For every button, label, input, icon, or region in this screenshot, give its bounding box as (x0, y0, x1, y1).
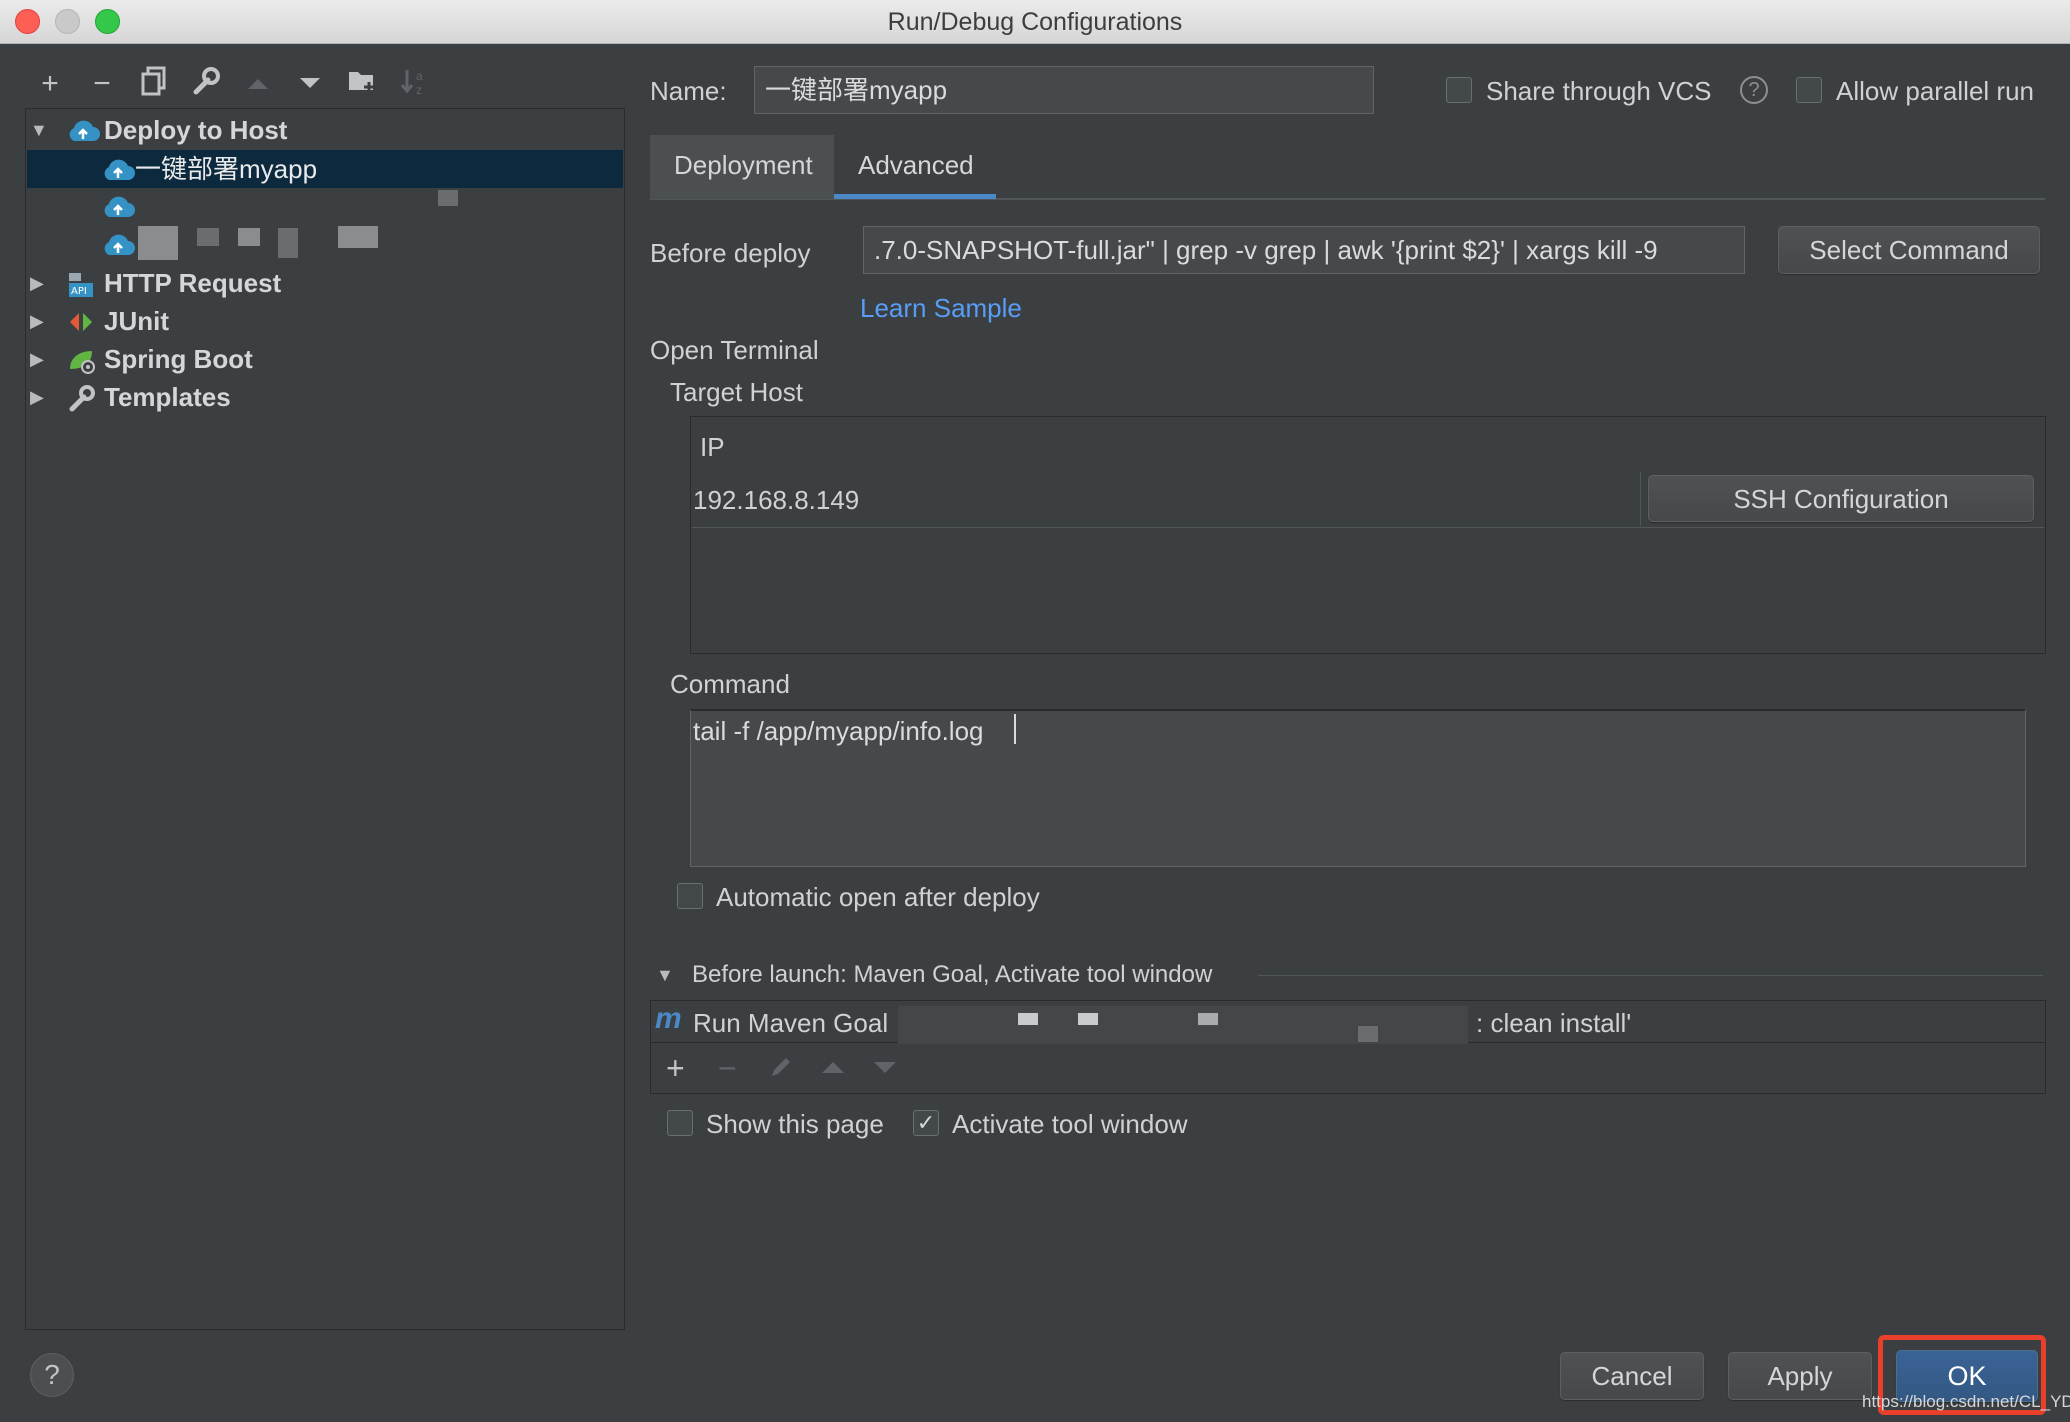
tree-group-http-request[interactable]: ▶ API HTTP Request (30, 264, 620, 302)
tree-group-spring-boot[interactable]: ▶ Spring Boot (30, 340, 620, 378)
text-cursor (1014, 714, 1016, 744)
expand-triangle-icon[interactable]: ▶ (30, 302, 44, 340)
command-label: Command (670, 669, 790, 699)
spring-boot-icon (70, 351, 95, 374)
allow-parallel-checkbox[interactable] (1796, 77, 1822, 103)
tree-label: HTTP Request (104, 268, 282, 298)
cancel-button[interactable]: Cancel (1560, 1352, 1704, 1400)
tree-label: JUnit (104, 306, 169, 336)
svg-text:z: z (416, 83, 422, 96)
show-page-checkbox[interactable] (667, 1110, 693, 1136)
tab-deployment[interactable]: Deployment (650, 135, 834, 199)
redacted-block (197, 228, 219, 246)
share-vcs-label: Share through VCS (1486, 76, 1712, 106)
name-input[interactable]: 一键部署myapp (754, 66, 1374, 114)
redacted-block (278, 228, 298, 258)
add-task-icon[interactable]: + (666, 1050, 685, 1086)
folder-icon[interactable] (344, 66, 380, 102)
svg-text:a: a (416, 69, 423, 83)
window-title: Run/Debug Configurations (887, 8, 1183, 36)
redacted-block (338, 226, 378, 248)
watermark: https://blog.csdn.net/CL_YD (1862, 1392, 2070, 1411)
maven-task-label: Run Maven Goal (693, 1008, 889, 1038)
share-vcs-checkbox[interactable] (1446, 77, 1472, 103)
activate-tool-label: Activate tool window (952, 1109, 1188, 1139)
redacted-area (898, 1006, 1468, 1044)
before-launch-header: Before launch: Maven Goal, Activate tool… (692, 961, 1213, 988)
junit-icon (70, 313, 92, 331)
cloud-upload-icon (69, 120, 100, 141)
command-text: tail -f /app/myapp/info.log (693, 716, 984, 746)
cloud-upload-icon (104, 234, 135, 255)
ssh-configuration-button[interactable]: SSH Configuration (1648, 475, 2034, 522)
tree-item-selected-config[interactable]: 一键部署myapp (27, 150, 623, 188)
cloud-upload-icon (104, 159, 135, 180)
allow-parallel-label: Allow parallel run (1836, 76, 2034, 106)
wrench-icon[interactable] (188, 66, 224, 102)
open-terminal-label: Open Terminal (650, 335, 819, 365)
expand-triangle-icon[interactable]: ▼ (30, 111, 48, 149)
tree-item-redacted-1[interactable] (101, 195, 135, 224)
help-icon[interactable]: ? (1740, 76, 1768, 104)
show-page-label: Show this page (706, 1109, 884, 1139)
title-bar: Run/Debug Configurations (0, 0, 2070, 44)
add-icon[interactable]: + (32, 66, 68, 102)
arrow-down-icon[interactable] (292, 66, 328, 102)
section-divider (1258, 975, 2043, 976)
redacted-block (1078, 1013, 1098, 1025)
copy-icon[interactable] (136, 66, 172, 102)
redacted-block (1358, 1026, 1378, 1042)
tree-group-deploy-to-host[interactable]: ▼ Deploy to Host (30, 111, 620, 149)
select-command-button[interactable]: Select Command (1778, 226, 2040, 274)
remove-icon[interactable]: − (84, 66, 120, 102)
name-label: Name: (650, 76, 727, 106)
redacted-block (238, 228, 260, 246)
before-deploy-label: Before deploy (650, 238, 811, 268)
expand-triangle-icon[interactable]: ▶ (30, 264, 44, 302)
ip-value: 192.168.8.149 (693, 485, 860, 515)
redacted-block (138, 226, 178, 260)
apply-button[interactable]: Apply (1728, 1352, 1872, 1400)
target-host-table (690, 416, 2046, 654)
arrow-up-icon (240, 66, 276, 102)
help-button[interactable]: ? (30, 1353, 74, 1397)
tree-label: Spring Boot (104, 344, 253, 374)
tree-item-redacted-2[interactable] (101, 233, 135, 262)
auto-open-checkbox[interactable] (677, 883, 703, 909)
tree-label: 一键部署myapp (135, 154, 318, 184)
edit-task-icon (772, 1058, 790, 1076)
tree-group-templates[interactable]: ▶ Templates (30, 378, 620, 416)
redacted-block (438, 190, 458, 206)
move-down-icon (874, 1062, 896, 1073)
activate-tool-checkbox[interactable]: ✓ (913, 1110, 939, 1136)
redacted-block (1018, 1013, 1038, 1025)
tree-group-junit[interactable]: ▶ JUnit (30, 302, 620, 340)
remove-task-icon: − (718, 1050, 737, 1086)
svg-text:API: API (71, 286, 87, 297)
tab-advanced[interactable]: Advanced (834, 135, 996, 199)
ip-column-header: IP (700, 432, 725, 462)
tree-label: Templates (104, 382, 231, 412)
auto-open-label: Automatic open after deploy (716, 882, 1040, 912)
before-deploy-input[interactable]: .7.0-SNAPSHOT-full.jar" | grep -v grep |… (863, 226, 1745, 274)
sort-icon: az (396, 66, 432, 102)
redacted-block (1198, 1013, 1218, 1025)
tree-label: Deploy to Host (104, 115, 288, 145)
cell-divider (1640, 472, 1641, 526)
learn-sample-link[interactable]: Learn Sample (860, 293, 1022, 324)
api-icon: API (69, 273, 93, 297)
expand-triangle-icon[interactable]: ▶ (30, 340, 44, 378)
cloud-upload-icon (104, 196, 135, 217)
expand-triangle-icon[interactable]: ▶ (30, 378, 44, 416)
move-up-icon (822, 1062, 844, 1073)
wrench-icon (69, 385, 95, 412)
collapse-triangle-icon[interactable]: ▼ (656, 965, 674, 986)
target-host-label: Target Host (670, 377, 803, 407)
maven-task-suffix: : clean install' (1476, 1008, 1632, 1038)
maven-icon: m (655, 1002, 682, 1035)
